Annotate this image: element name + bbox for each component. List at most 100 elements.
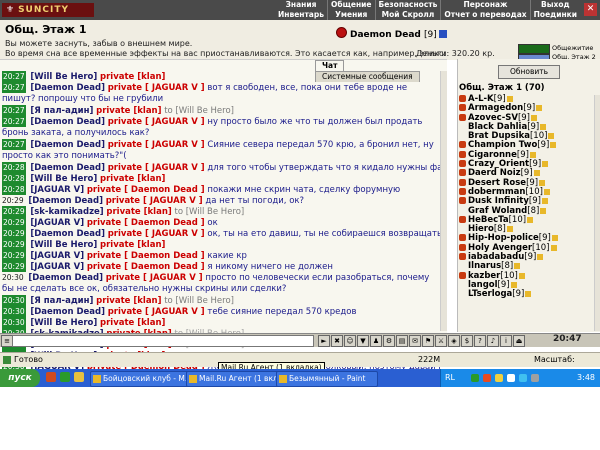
chat-timestamp[interactable]: 20:29 <box>2 261 26 272</box>
chat-input[interactable] <box>12 335 314 347</box>
book-icon[interactable]: ▤ <box>396 335 408 347</box>
info-icon[interactable] <box>540 123 547 130</box>
chat-private-tag[interactable]: private [ JAGUAR V ] <box>108 163 205 173</box>
info-icon[interactable] <box>539 179 546 186</box>
task-paint[interactable]: Безымянный - Paint <box>276 371 378 387</box>
chat-sender[interactable]: [Daemon Dead] <box>30 117 105 127</box>
info-icon[interactable] <box>550 142 557 149</box>
help-icon[interactable]: ? <box>474 335 486 347</box>
chat-target[interactable]: to [Will Be Hero] <box>164 296 234 306</box>
info-icon[interactable] <box>536 105 543 112</box>
chat-timestamp[interactable]: 20:28 <box>2 162 26 173</box>
info-icon[interactable] <box>537 254 544 261</box>
chat-sender[interactable]: [Daemon Dead] <box>30 307 105 317</box>
task-fight-club[interactable]: Бойцовский клуб - M... <box>90 371 198 387</box>
menu-item-inventar[interactable]: Инвентарь <box>275 10 327 20</box>
task-mail-agent[interactable]: Mail.Ru Агент (1 вкл... <box>186 371 288 387</box>
shop-icon[interactable]: $ <box>461 335 473 347</box>
chat-timestamp[interactable]: 20:27 <box>2 139 26 150</box>
quicklaunch-agent-icon[interactable] <box>60 372 70 382</box>
chat-timestamp[interactable]: 20:30 <box>2 272 24 283</box>
chat-timestamp[interactable]: 20:29 <box>2 239 26 250</box>
map-icon[interactable]: ◈ <box>448 335 460 347</box>
user-list-scrollbar[interactable] <box>594 95 600 331</box>
fight-icon[interactable]: ⚔ <box>435 335 447 347</box>
chat-sender[interactable]: [Daemon Dead] <box>28 196 103 206</box>
chat-sender[interactable]: [Daemon Dead] <box>28 273 103 283</box>
chat-timestamp[interactable]: 20:29 <box>2 250 26 261</box>
chat-timestamp[interactable]: 20:29 <box>2 217 26 228</box>
chat-private-tag[interactable]: private [klan] <box>100 318 165 328</box>
clear-icon[interactable]: ✖ <box>331 335 343 347</box>
chat-sender[interactable]: [JAGUAR V] <box>30 251 84 261</box>
menu-item-personazh[interactable]: Персонаж <box>440 0 529 10</box>
sound-icon[interactable]: ♪ <box>487 335 499 347</box>
mail-icon[interactable]: ✉ <box>409 335 421 347</box>
chat-private-tag[interactable]: private [klan] <box>100 174 165 184</box>
chat-private-tag[interactable]: private [ JAGUAR V ] <box>108 117 205 127</box>
chat-sender[interactable]: [Daemon Dead] <box>30 229 105 239</box>
chat-timestamp[interactable]: 20:27 <box>2 116 26 127</box>
chat-private-tag[interactable]: private [ JAGUAR V ] <box>108 83 205 93</box>
info-icon[interactable] <box>530 114 537 121</box>
chat-timestamp[interactable]: 20:27 <box>2 71 26 82</box>
users-icon[interactable]: ♟ <box>370 335 382 347</box>
info-icon[interactable] <box>542 161 549 168</box>
tab-chat[interactable]: Чат <box>315 60 345 71</box>
chat-sender[interactable]: [JAGUAR V] <box>30 218 84 228</box>
chat-private-tag[interactable]: private [klan] <box>100 240 165 250</box>
menu-item-obschenie[interactable]: Общение <box>326 0 375 10</box>
chat-timestamp[interactable]: 20:27 <box>2 105 26 116</box>
menu-item-moi-skroll[interactable]: Мой Скролл <box>374 10 441 20</box>
tray-device-icon[interactable] <box>531 374 539 382</box>
menu-item-otchet[interactable]: Отчет о переводах <box>440 10 529 20</box>
chat-sender[interactable]: [JAGUAR V] <box>30 185 84 195</box>
chat-private-tag[interactable]: private [ JAGUAR V ] <box>106 273 203 283</box>
info-icon[interactable] <box>550 244 557 251</box>
chat-private-tag[interactable]: private [ JAGUAR V ] <box>108 307 205 317</box>
chat-sender[interactable]: [JAGUAR V] <box>30 262 84 272</box>
menu-item-bezopasnost[interactable]: Безопасность <box>374 0 441 10</box>
chat-timestamp[interactable]: 20:30 <box>2 317 26 328</box>
chat-sender[interactable]: [Daemon Dead] <box>30 83 105 93</box>
menu-item-vyhod[interactable]: Выход <box>529 0 580 10</box>
info-icon[interactable] <box>533 170 540 177</box>
chat-timestamp[interactable]: 20:29 <box>2 195 24 206</box>
refresh-button[interactable]: Обновить <box>498 65 560 79</box>
clan-icon[interactable]: ⚑ <box>422 335 434 347</box>
tray-update-icon[interactable] <box>519 374 527 382</box>
chat-timestamp[interactable]: 20:27 <box>2 82 26 93</box>
info-icon[interactable] <box>518 272 525 279</box>
chat-private-tag[interactable]: private [ JAGUAR V ] <box>108 229 205 239</box>
info-icon[interactable] <box>529 151 536 158</box>
chat-sender[interactable]: [sk-kamikadze] <box>30 207 103 217</box>
language-indicator[interactable]: RL <box>445 369 455 387</box>
user-list-item[interactable]: LTserloga[9] <box>459 290 599 299</box>
info-icon[interactable] <box>438 30 447 38</box>
info-icon[interactable] <box>506 226 513 233</box>
chat-sender[interactable]: [Will Be Hero] <box>30 72 97 82</box>
chat-timestamp[interactable]: 20:28 <box>2 173 26 184</box>
chat-timestamp[interactable]: 20:29 <box>2 228 26 239</box>
chat-sender[interactable]: [Я пал-адин] <box>30 106 93 116</box>
chat-private-tag[interactable]: private [klan] <box>96 296 161 306</box>
chat-private-tag[interactable]: private [klan] <box>100 72 165 82</box>
chat-timestamp[interactable]: 20:28 <box>2 184 26 195</box>
chat-private-tag[interactable]: private [ Daemon Dead ] <box>87 251 205 261</box>
chat-sender[interactable]: [Will Be Hero] <box>30 318 97 328</box>
chat-timestamp[interactable]: 20:29 <box>2 206 26 217</box>
quicklaunch-folder-icon[interactable] <box>74 372 84 382</box>
tray-volume-icon[interactable] <box>507 374 515 382</box>
tray-agent-icon[interactable] <box>471 374 479 382</box>
info-toolbar-icon[interactable]: i <box>500 335 512 347</box>
menu-item-poedinki[interactable]: Поединки <box>529 10 580 20</box>
menu-item-znaniya[interactable]: Знания <box>275 0 327 10</box>
info-icon[interactable] <box>551 235 558 242</box>
send-icon[interactable]: ► <box>318 335 330 347</box>
info-icon[interactable] <box>541 198 548 205</box>
chat-private-tag[interactable]: private [ JAGUAR V ] <box>106 196 203 206</box>
chat-private-tag[interactable]: private [ Daemon Dead ] <box>87 185 205 195</box>
chat-timestamp[interactable]: 20:30 <box>2 295 26 306</box>
info-icon[interactable] <box>514 263 521 270</box>
chat-private-tag[interactable]: private [ Daemon Dead ] <box>87 262 205 272</box>
